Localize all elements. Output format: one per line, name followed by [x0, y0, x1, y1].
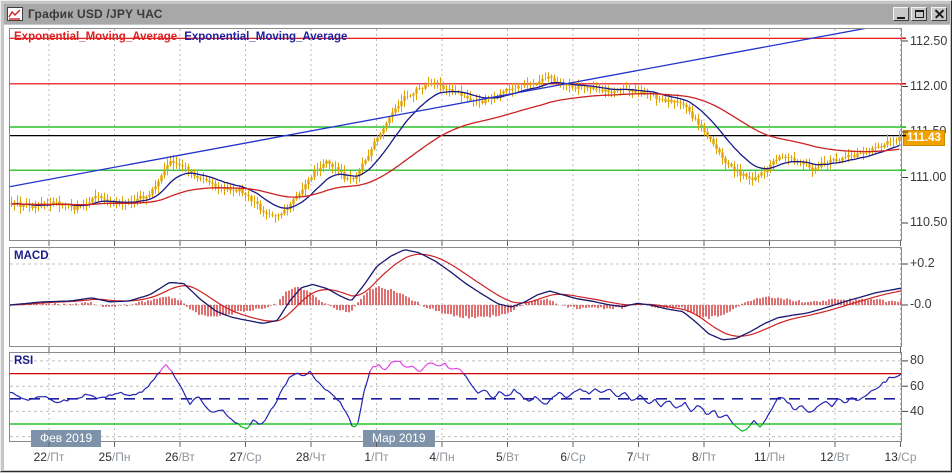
macd-signal-line: [10, 254, 901, 336]
time-weekday: /Чт: [309, 450, 326, 464]
macd-line: [10, 250, 901, 340]
title-bar[interactable]: График USD /JPY ЧАС: [4, 4, 950, 24]
macd-label: MACD: [14, 250, 49, 262]
time-weekday: /Ср: [898, 450, 917, 464]
time-tick-label: 13/Ср: [869, 450, 933, 464]
axis-tick-label: 112.50: [910, 34, 947, 48]
ema-line: [12, 83, 900, 209]
time-tick-label: 1/Пт: [345, 450, 409, 464]
trend-line: [10, 29, 901, 187]
current-price-tag: 111.43: [903, 130, 945, 146]
chart-window: График USD /JPY ЧАС Exponential_Moving_A…: [0, 0, 952, 472]
time-weekday: /Пн: [112, 450, 131, 464]
axis-tick-label: +0.2: [910, 256, 935, 270]
axis-tick-label: 80: [910, 353, 924, 367]
time-day: 28: [296, 450, 309, 464]
price-chart: [10, 29, 901, 240]
time-weekday: /Пн: [766, 450, 785, 464]
time-tick-label: 5/Вт: [476, 450, 540, 464]
ema-indicator-label: Exponential_Moving_Average: [184, 31, 347, 43]
rsi-chart: [10, 353, 901, 441]
time-weekday: /Вт: [178, 450, 194, 464]
macd-panel[interactable]: MACD: [9, 247, 902, 347]
chart-app-icon: [7, 7, 23, 21]
time-day: 11: [754, 450, 766, 464]
macd-histogram: [10, 286, 901, 319]
month-badge: Мар 2019: [363, 430, 435, 447]
price-chart-panel[interactable]: Exponential_Moving_Average Exponential_Mo…: [9, 28, 902, 241]
time-tick-label: 7/Чт: [607, 450, 671, 464]
time-day: 27: [229, 450, 242, 464]
time-day: 12: [820, 450, 833, 464]
close-icon: [935, 10, 944, 19]
time-weekday: /Пт: [47, 450, 64, 464]
axis-tick-label: -0.0: [910, 297, 932, 311]
time-tick-label: 22/Пт: [17, 450, 81, 464]
time-tick-label: 26/Вт: [148, 450, 212, 464]
minimize-button[interactable]: [893, 7, 909, 21]
time-day: 26: [165, 450, 178, 464]
time-weekday: /Ср: [567, 450, 586, 464]
time-weekday: /Вт: [833, 450, 849, 464]
axis-tick-label: 40: [910, 404, 924, 418]
axis-tick-label: 60: [910, 379, 924, 393]
time-tick-label: 27/Ср: [214, 450, 278, 464]
macd-chart: [10, 248, 901, 346]
close-button[interactable]: [931, 7, 947, 21]
window-title: График USD /JPY ЧАС: [28, 7, 891, 21]
time-weekday: /Пт: [699, 450, 716, 464]
time-day: 6: [560, 450, 567, 464]
time-weekday: /Ср: [243, 450, 262, 464]
month-badge: Фев 2019: [31, 430, 101, 447]
time-day: 8: [692, 450, 699, 464]
time-day: 5: [496, 450, 503, 464]
time-day: 22: [34, 450, 47, 464]
axis-tick-label: 110.50: [910, 215, 947, 229]
time-day: 25: [99, 450, 112, 464]
axis-tick-label: 112.00: [910, 79, 947, 93]
time-weekday: /Пт: [371, 450, 388, 464]
time-weekday: /Пн: [436, 450, 455, 464]
time-tick-label: 4/Пн: [410, 450, 474, 464]
rsi-panel[interactable]: RSI: [9, 352, 902, 442]
ema-indicator-label: Exponential_Moving_Average: [14, 31, 177, 43]
time-tick-label: 25/Пн: [83, 450, 147, 464]
indicator-labels: Exponential_Moving_Average Exponential_Mo…: [14, 31, 347, 43]
time-tick-label: 6/Ср: [541, 450, 605, 464]
time-weekday: /Вт: [503, 450, 519, 464]
time-tick-label: 28/Чт: [279, 450, 343, 464]
axis-tick-label: 111.00: [910, 170, 946, 184]
maximize-icon: [915, 10, 924, 18]
time-tick-label: 8/Пт: [672, 450, 736, 464]
minimize-icon: [897, 17, 905, 19]
ema-line: [12, 94, 900, 205]
rsi-line: [10, 361, 901, 431]
rsi-label: RSI: [14, 355, 33, 367]
time-tick-label: 12/Вт: [803, 450, 867, 464]
maximize-button[interactable]: [911, 7, 927, 21]
time-tick-label: 11/Пн: [738, 450, 802, 464]
time-day: 13: [884, 450, 897, 464]
time-weekday: /Чт: [633, 450, 650, 464]
